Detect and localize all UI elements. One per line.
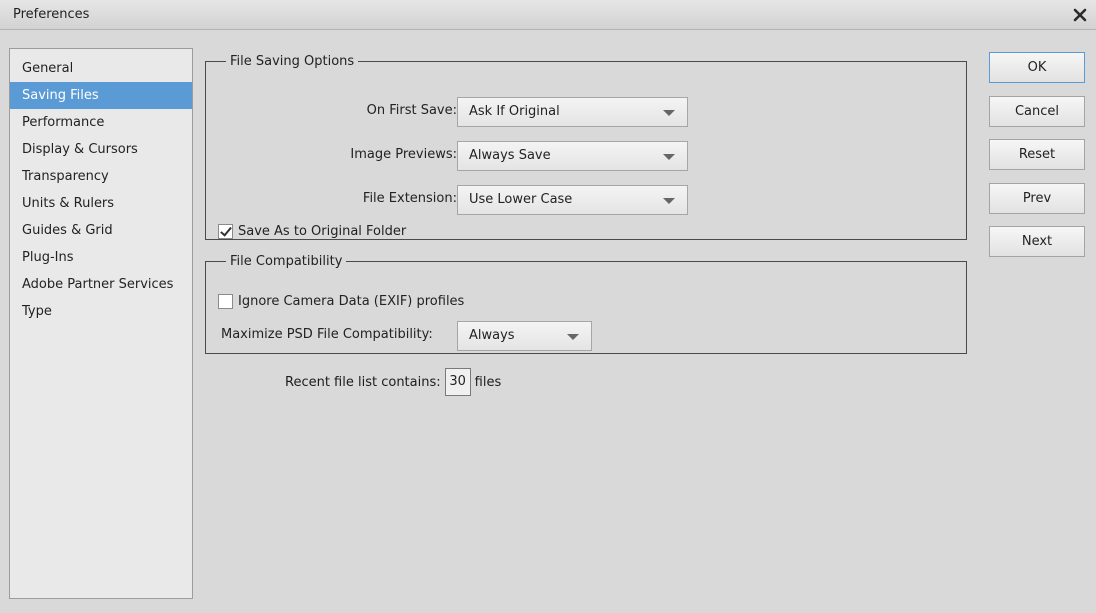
next-button[interactable]: Next — [989, 226, 1085, 257]
maximize-psd-label: Maximize PSD File Compatibility: — [221, 327, 433, 342]
image-previews-select[interactable]: Always Save — [457, 141, 688, 171]
maximize-psd-value: Always — [469, 328, 515, 343]
on-first-save-value: Ask If Original — [469, 104, 560, 119]
ignore-exif-option[interactable]: Ignore Camera Data (EXIF) profiles — [218, 294, 464, 309]
chevron-down-icon — [663, 154, 675, 160]
on-first-save-label: On First Save: — [366, 103, 457, 118]
recent-files-count-input[interactable]: 30 — [444, 368, 471, 396]
ignore-exif-label: Ignore Camera Data (EXIF) profiles — [238, 294, 465, 309]
file-compatibility-group: File Compatibility Ignore Camera Data (E… — [205, 254, 967, 354]
prev-button[interactable]: Prev — [989, 183, 1085, 214]
chevron-down-icon — [663, 110, 675, 116]
recent-files-label: Recent file list contains: — [285, 374, 441, 390]
category-display-cursors[interactable]: Display & Cursors — [10, 136, 192, 163]
close-button[interactable] — [1068, 3, 1092, 27]
category-list: General Saving Files Performance Display… — [9, 48, 193, 599]
recent-files-row: Recent file list contains: 30 files — [285, 367, 501, 397]
file-extension-select[interactable]: Use Lower Case — [457, 185, 688, 215]
category-units-rulers[interactable]: Units & Rulers — [10, 190, 192, 217]
ignore-exif-checkbox[interactable] — [218, 294, 233, 309]
cancel-button[interactable]: Cancel — [989, 96, 1085, 127]
category-transparency[interactable]: Transparency — [10, 163, 192, 190]
on-first-save-select[interactable]: Ask If Original — [457, 97, 688, 127]
save-as-original-folder-checkbox[interactable] — [218, 224, 233, 239]
category-type[interactable]: Type — [10, 298, 192, 325]
category-saving-files[interactable]: Saving Files — [10, 82, 192, 109]
file-extension-value: Use Lower Case — [469, 192, 573, 207]
file-compatibility-legend: File Compatibility — [230, 254, 343, 269]
category-plug-ins[interactable]: Plug-Ins — [10, 244, 192, 271]
save-as-original-folder-label: Save As to Original Folder — [238, 224, 407, 239]
category-guides-grid[interactable]: Guides & Grid — [10, 217, 192, 244]
category-performance[interactable]: Performance — [10, 109, 192, 136]
recent-files-suffix: files — [474, 374, 502, 390]
file-extension-label: File Extension: — [362, 191, 457, 206]
window-title: Preferences — [13, 7, 90, 22]
file-saving-options-legend: File Saving Options — [230, 54, 355, 69]
save-as-original-folder-option[interactable]: Save As to Original Folder — [218, 224, 406, 239]
title-bar: Preferences — [0, 0, 1096, 30]
category-general[interactable]: General — [10, 55, 192, 82]
close-icon — [1073, 8, 1087, 22]
image-previews-label: Image Previews: — [350, 147, 457, 162]
chevron-down-icon — [567, 334, 579, 340]
maximize-psd-select[interactable]: Always — [457, 321, 592, 351]
reset-button[interactable]: Reset — [989, 139, 1085, 170]
category-adobe-partner-services[interactable]: Adobe Partner Services — [10, 271, 192, 298]
image-previews-value: Always Save — [469, 148, 551, 163]
chevron-down-icon — [663, 198, 675, 204]
file-saving-options-group: File Saving Options On First Save: Ask I… — [205, 54, 967, 240]
ok-button[interactable]: OK — [989, 52, 1085, 83]
